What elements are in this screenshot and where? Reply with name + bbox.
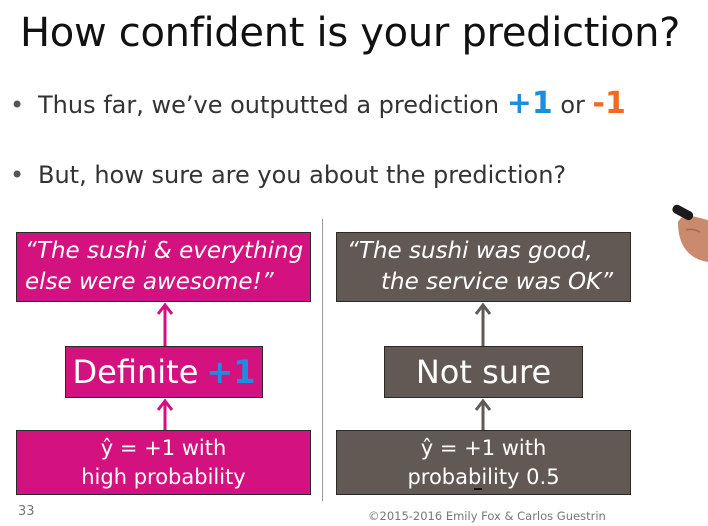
left-prob-line2: high probability — [81, 464, 246, 489]
right-prob-line2: probability 0.5 — [407, 464, 560, 489]
bullet-text: Thus far, we’ve outputted a prediction — [38, 91, 507, 119]
copyright-text: ©2015-2016 Emily Fox & Carlos Guestrin — [368, 509, 606, 523]
left-arrow-up-top — [156, 302, 174, 346]
bullet-text: But, how sure are you about the predicti… — [38, 161, 567, 189]
left-prob-line1: ŷ = +1 with — [100, 435, 227, 460]
right-review-box: “The sushi was good, the service was OK” — [336, 232, 631, 302]
definite-box: Definite +1 — [65, 346, 263, 398]
bullet-outputs: • Thus far, we’ve outputted a prediction … — [10, 86, 626, 121]
right-probability-box: ŷ = +1 with probability 0.5 — [336, 430, 631, 495]
right-review-line1: “The sushi was good, — [347, 238, 593, 264]
presenter-hand-image — [672, 204, 708, 262]
left-arrow-up-bottom — [156, 398, 174, 430]
bullet-dot: • — [10, 161, 25, 189]
left-review-line1: “The sushi & everything — [25, 238, 304, 264]
definite-label: Definite — [72, 353, 199, 391]
minus-one-label: -1 — [592, 86, 626, 121]
left-review-box: “The sushi & everything else were awesom… — [16, 232, 311, 302]
not-sure-box: Not sure — [384, 346, 583, 398]
right-prob-line1: ŷ = +1 with — [420, 435, 547, 460]
bullet-how-sure: • But, how sure are you about the predict… — [10, 161, 566, 189]
text-cursor — [474, 488, 482, 490]
slide-title: How confident is your prediction? — [20, 10, 681, 56]
right-arrow-up-top — [474, 302, 492, 346]
right-arrow-up-bottom — [474, 398, 492, 430]
plus-one-label: +1 — [506, 86, 553, 121]
or-text: or — [552, 91, 593, 119]
not-sure-label: Not sure — [415, 353, 552, 391]
column-divider — [322, 219, 323, 501]
definite-plus-one: +1 — [206, 353, 256, 391]
left-probability-box: ŷ = +1 with high probability — [16, 430, 311, 495]
bullet-dot: • — [10, 91, 25, 119]
right-review-line2: the service was OK” — [381, 269, 614, 295]
left-review-line2: else were awesome!” — [25, 269, 274, 295]
page-number: 33 — [18, 504, 35, 519]
